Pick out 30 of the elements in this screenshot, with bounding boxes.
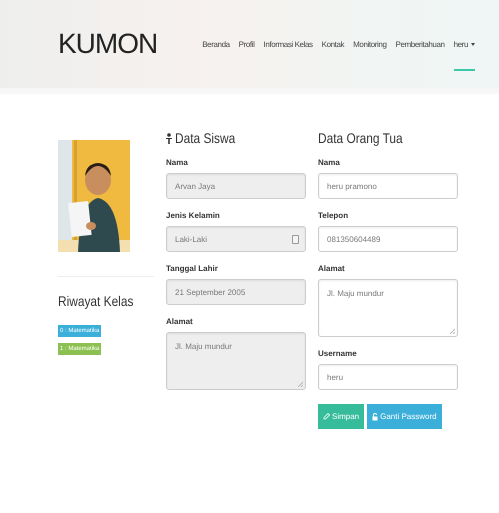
- section-heading: Data Siswa: [175, 130, 236, 146]
- input-field[interactable]: heru pramono: [318, 173, 458, 199]
- field-label: Nama: [166, 158, 189, 167]
- nav-link[interactable]: heru: [454, 18, 475, 70]
- section-heading: Data Orang Tua: [318, 130, 404, 146]
- field-label: Username: [318, 349, 358, 358]
- field-label: Telepon: [318, 211, 350, 220]
- nav-link[interactable]: Kontak: [322, 18, 344, 70]
- nav-link[interactable]: Informasi Kelas: [264, 18, 313, 70]
- field-label: Nama: [318, 158, 341, 167]
- nav-link[interactable]: Beranda: [202, 18, 230, 70]
- edit-icon: [323, 413, 330, 420]
- field-label: Tanggal Lahir: [166, 264, 219, 273]
- input-field[interactable]: 081350604489: [318, 226, 458, 252]
- field-label: Jenis Kelamin: [166, 211, 221, 220]
- field-label: Alamat: [166, 317, 194, 326]
- logo: KUMON: [58, 28, 158, 60]
- nav-link[interactable]: Pemberitahuan: [396, 18, 445, 70]
- password-button[interactable]: Ganti Password: [367, 404, 442, 429]
- textarea-field[interactable]: Jl. Maju mundur: [318, 279, 458, 337]
- field-label: Alamat: [318, 264, 346, 273]
- input-field[interactable]: heru: [318, 364, 458, 390]
- nav-link[interactable]: Profil: [238, 18, 254, 70]
- nav-link[interactable]: Monitoring: [353, 18, 387, 70]
- user-icon: [166, 132, 172, 144]
- save-button[interactable]: Simpan: [318, 404, 364, 429]
- lock-icon: [372, 412, 378, 420]
- section-heading: Riwayat Kelas: [58, 293, 134, 309]
- resize-icon: [449, 328, 455, 334]
- resize-icon: [297, 381, 303, 387]
